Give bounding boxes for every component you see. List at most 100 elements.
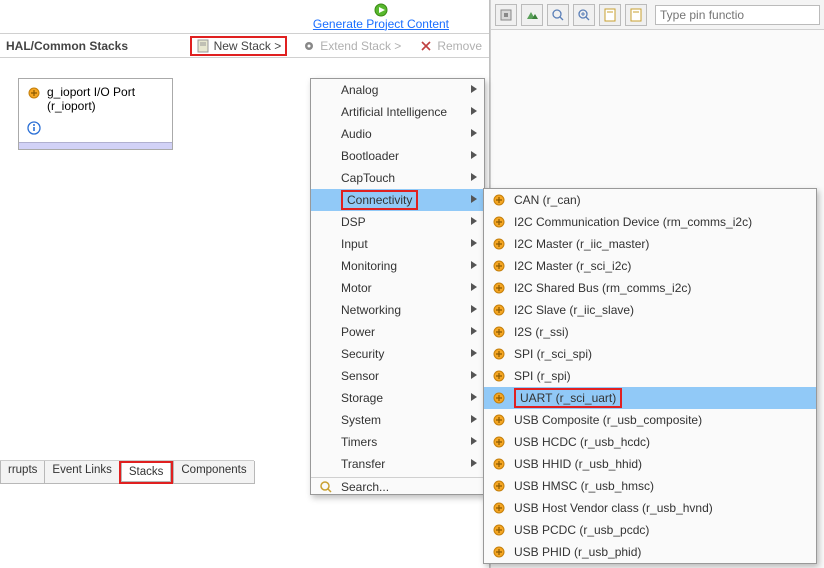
submenu-item-usb-hcdc-r-usb-hcdc[interactable]: USB HCDC (r_usb_hcdc) bbox=[484, 431, 816, 453]
submenu-item-usb-pcdc-r-usb-pcdc[interactable]: USB PCDC (r_usb_pcdc) bbox=[484, 519, 816, 541]
stack-module-icon bbox=[492, 237, 506, 251]
chevron-right-icon bbox=[470, 128, 478, 138]
submenu-item-label: SPI (r_spi) bbox=[514, 369, 571, 383]
tab-event-links[interactable]: Event Links bbox=[44, 461, 119, 484]
menu-item-storage[interactable]: Storage bbox=[311, 387, 484, 409]
submenu-item-label: USB PHID (r_usb_phid) bbox=[514, 545, 641, 559]
menu-item-audio[interactable]: Audio bbox=[311, 123, 484, 145]
submenu-item-uart-r-sci-uart[interactable]: UART (r_sci_uart) bbox=[484, 387, 816, 409]
zoom-reset-button[interactable] bbox=[547, 4, 569, 26]
chevron-right-icon bbox=[470, 282, 478, 292]
bottom-tabs: rrupts Event Links Stacks Components bbox=[0, 460, 254, 484]
chevron-right-icon bbox=[470, 194, 478, 204]
stacks-panel-title: HAL/Common Stacks bbox=[6, 39, 186, 53]
menu-item-search[interactable]: Search... bbox=[311, 477, 484, 494]
extend-stack-button: Extend Stack > bbox=[299, 38, 404, 54]
stack-card-ioport[interactable]: g_ioport I/O Port (r_ioport) bbox=[18, 78, 173, 150]
tab-interrupts[interactable]: rrupts bbox=[0, 461, 45, 484]
chip-icon bbox=[499, 8, 513, 22]
chevron-right-icon bbox=[470, 150, 478, 160]
submenu-item-usb-phid-r-usb-phid[interactable]: USB PHID (r_usb_phid) bbox=[484, 541, 816, 563]
stack-module-icon bbox=[492, 325, 506, 339]
menu-search-label: Search... bbox=[341, 480, 389, 494]
menu-item-transfer[interactable]: Transfer bbox=[311, 453, 484, 475]
new-stack-button[interactable]: New Stack > bbox=[193, 38, 285, 54]
stack-module-icon bbox=[492, 369, 506, 383]
submenu-item-usb-hmsc-r-usb-hmsc[interactable]: USB HMSC (r_usb_hmsc) bbox=[484, 475, 816, 497]
submenu-item-i2s-r-ssi[interactable]: I2S (r_ssi) bbox=[484, 321, 816, 343]
remove-icon bbox=[419, 39, 433, 53]
stack-module-icon bbox=[492, 457, 506, 471]
page2-button[interactable] bbox=[625, 4, 647, 26]
extend-stack-icon bbox=[302, 39, 316, 53]
menu-item-artificial-intelligence[interactable]: Artificial Intelligence bbox=[311, 101, 484, 123]
submenu-item-label: I2C Master (r_iic_master) bbox=[514, 237, 649, 251]
stack-module-icon bbox=[492, 259, 506, 273]
submenu-item-i2c-shared-bus-rm-comms-i2c[interactable]: I2C Shared Bus (rm_comms_i2c) bbox=[484, 277, 816, 299]
submenu-item-label: I2S (r_ssi) bbox=[514, 325, 569, 339]
zoom-in-icon bbox=[577, 8, 591, 22]
menu-item-security[interactable]: Security bbox=[311, 343, 484, 365]
landscape-button[interactable] bbox=[521, 4, 543, 26]
menu-item-power[interactable]: Power bbox=[311, 321, 484, 343]
extend-stack-label: Extend Stack > bbox=[320, 39, 401, 53]
submenu-item-label: I2C Slave (r_iic_slave) bbox=[514, 303, 634, 317]
chevron-right-icon bbox=[470, 348, 478, 358]
submenu-item-i2c-communication-device-rm-comms-i2c[interactable]: I2C Communication Device (rm_comms_i2c) bbox=[484, 211, 816, 233]
stack-module-icon bbox=[492, 391, 506, 405]
submenu-item-usb-hhid-r-usb-hhid[interactable]: USB HHID (r_usb_hhid) bbox=[484, 453, 816, 475]
menu-item-monitoring[interactable]: Monitoring bbox=[311, 255, 484, 277]
menu-item-input[interactable]: Input bbox=[311, 233, 484, 255]
menu-item-analog[interactable]: Analog bbox=[311, 79, 484, 101]
menu-item-bootloader[interactable]: Bootloader bbox=[311, 145, 484, 167]
menu-item-timers[interactable]: Timers bbox=[311, 431, 484, 453]
submenu-item-spi-r-sci-spi[interactable]: SPI (r_sci_spi) bbox=[484, 343, 816, 365]
menu-item-connectivity[interactable]: Connectivity bbox=[311, 189, 484, 211]
submenu-item-usb-composite-r-usb-composite[interactable]: USB Composite (r_usb_composite) bbox=[484, 409, 816, 431]
submenu-item-i2c-slave-r-iic-slave[interactable]: I2C Slave (r_iic_slave) bbox=[484, 299, 816, 321]
new-stack-icon bbox=[196, 39, 210, 53]
submenu-item-label: I2C Master (r_sci_i2c) bbox=[514, 259, 631, 273]
menu-item-motor[interactable]: Motor bbox=[311, 277, 484, 299]
zoom-in-button[interactable] bbox=[573, 4, 595, 26]
menu-item-system[interactable]: System bbox=[311, 409, 484, 431]
submenu-item-usb-host-vendor-class-r-usb-hvnd[interactable]: USB Host Vendor class (r_usb_hvnd) bbox=[484, 497, 816, 519]
chip-view-button[interactable] bbox=[495, 4, 517, 26]
pin-function-input[interactable] bbox=[655, 5, 820, 25]
submenu-item-i2c-master-r-sci-i2c[interactable]: I2C Master (r_sci_i2c) bbox=[484, 255, 816, 277]
menu-item-captouch[interactable]: CapTouch bbox=[311, 167, 484, 189]
menu-item-sensor[interactable]: Sensor bbox=[311, 365, 484, 387]
menu-item-dsp[interactable]: DSP bbox=[311, 211, 484, 233]
submenu-item-can-r-can[interactable]: CAN (r_can) bbox=[484, 189, 816, 211]
stack-module-icon bbox=[492, 193, 506, 207]
tab-components[interactable]: Components bbox=[173, 461, 254, 484]
new-stack-menu: AnalogArtificial IntelligenceAudioBootlo… bbox=[310, 78, 485, 495]
play-icon[interactable] bbox=[374, 3, 388, 17]
submenu-item-i2c-master-r-iic-master[interactable]: I2C Master (r_iic_master) bbox=[484, 233, 816, 255]
page1-button[interactable] bbox=[599, 4, 621, 26]
search-icon bbox=[319, 480, 333, 494]
submenu-item-spi-r-spi[interactable]: SPI (r_spi) bbox=[484, 365, 816, 387]
stack-module-icon bbox=[492, 413, 506, 427]
submenu-item-label: USB HCDC (r_usb_hcdc) bbox=[514, 435, 650, 449]
stack-module-icon bbox=[492, 281, 506, 295]
chevron-right-icon bbox=[470, 392, 478, 402]
landscape-icon bbox=[525, 8, 539, 22]
stack-module-icon bbox=[492, 479, 506, 493]
stack-module-icon bbox=[492, 215, 506, 229]
info-icon[interactable] bbox=[27, 121, 41, 135]
stack-module-icon bbox=[27, 86, 41, 100]
zoom-icon bbox=[551, 8, 565, 22]
chevron-right-icon bbox=[470, 172, 478, 182]
chevron-right-icon bbox=[470, 458, 478, 468]
submenu-item-label: USB HHID (r_usb_hhid) bbox=[514, 457, 642, 471]
generate-project-content-link[interactable]: Generate Project Content bbox=[313, 17, 449, 31]
submenu-item-label: CAN (r_can) bbox=[514, 193, 581, 207]
menu-item-networking[interactable]: Networking bbox=[311, 299, 484, 321]
page-icon bbox=[603, 8, 617, 22]
chevron-right-icon bbox=[470, 106, 478, 116]
chevron-right-icon bbox=[470, 436, 478, 446]
tab-stacks[interactable]: Stacks bbox=[121, 463, 172, 482]
remove-button: Remove bbox=[416, 38, 485, 54]
chevron-right-icon bbox=[470, 84, 478, 94]
